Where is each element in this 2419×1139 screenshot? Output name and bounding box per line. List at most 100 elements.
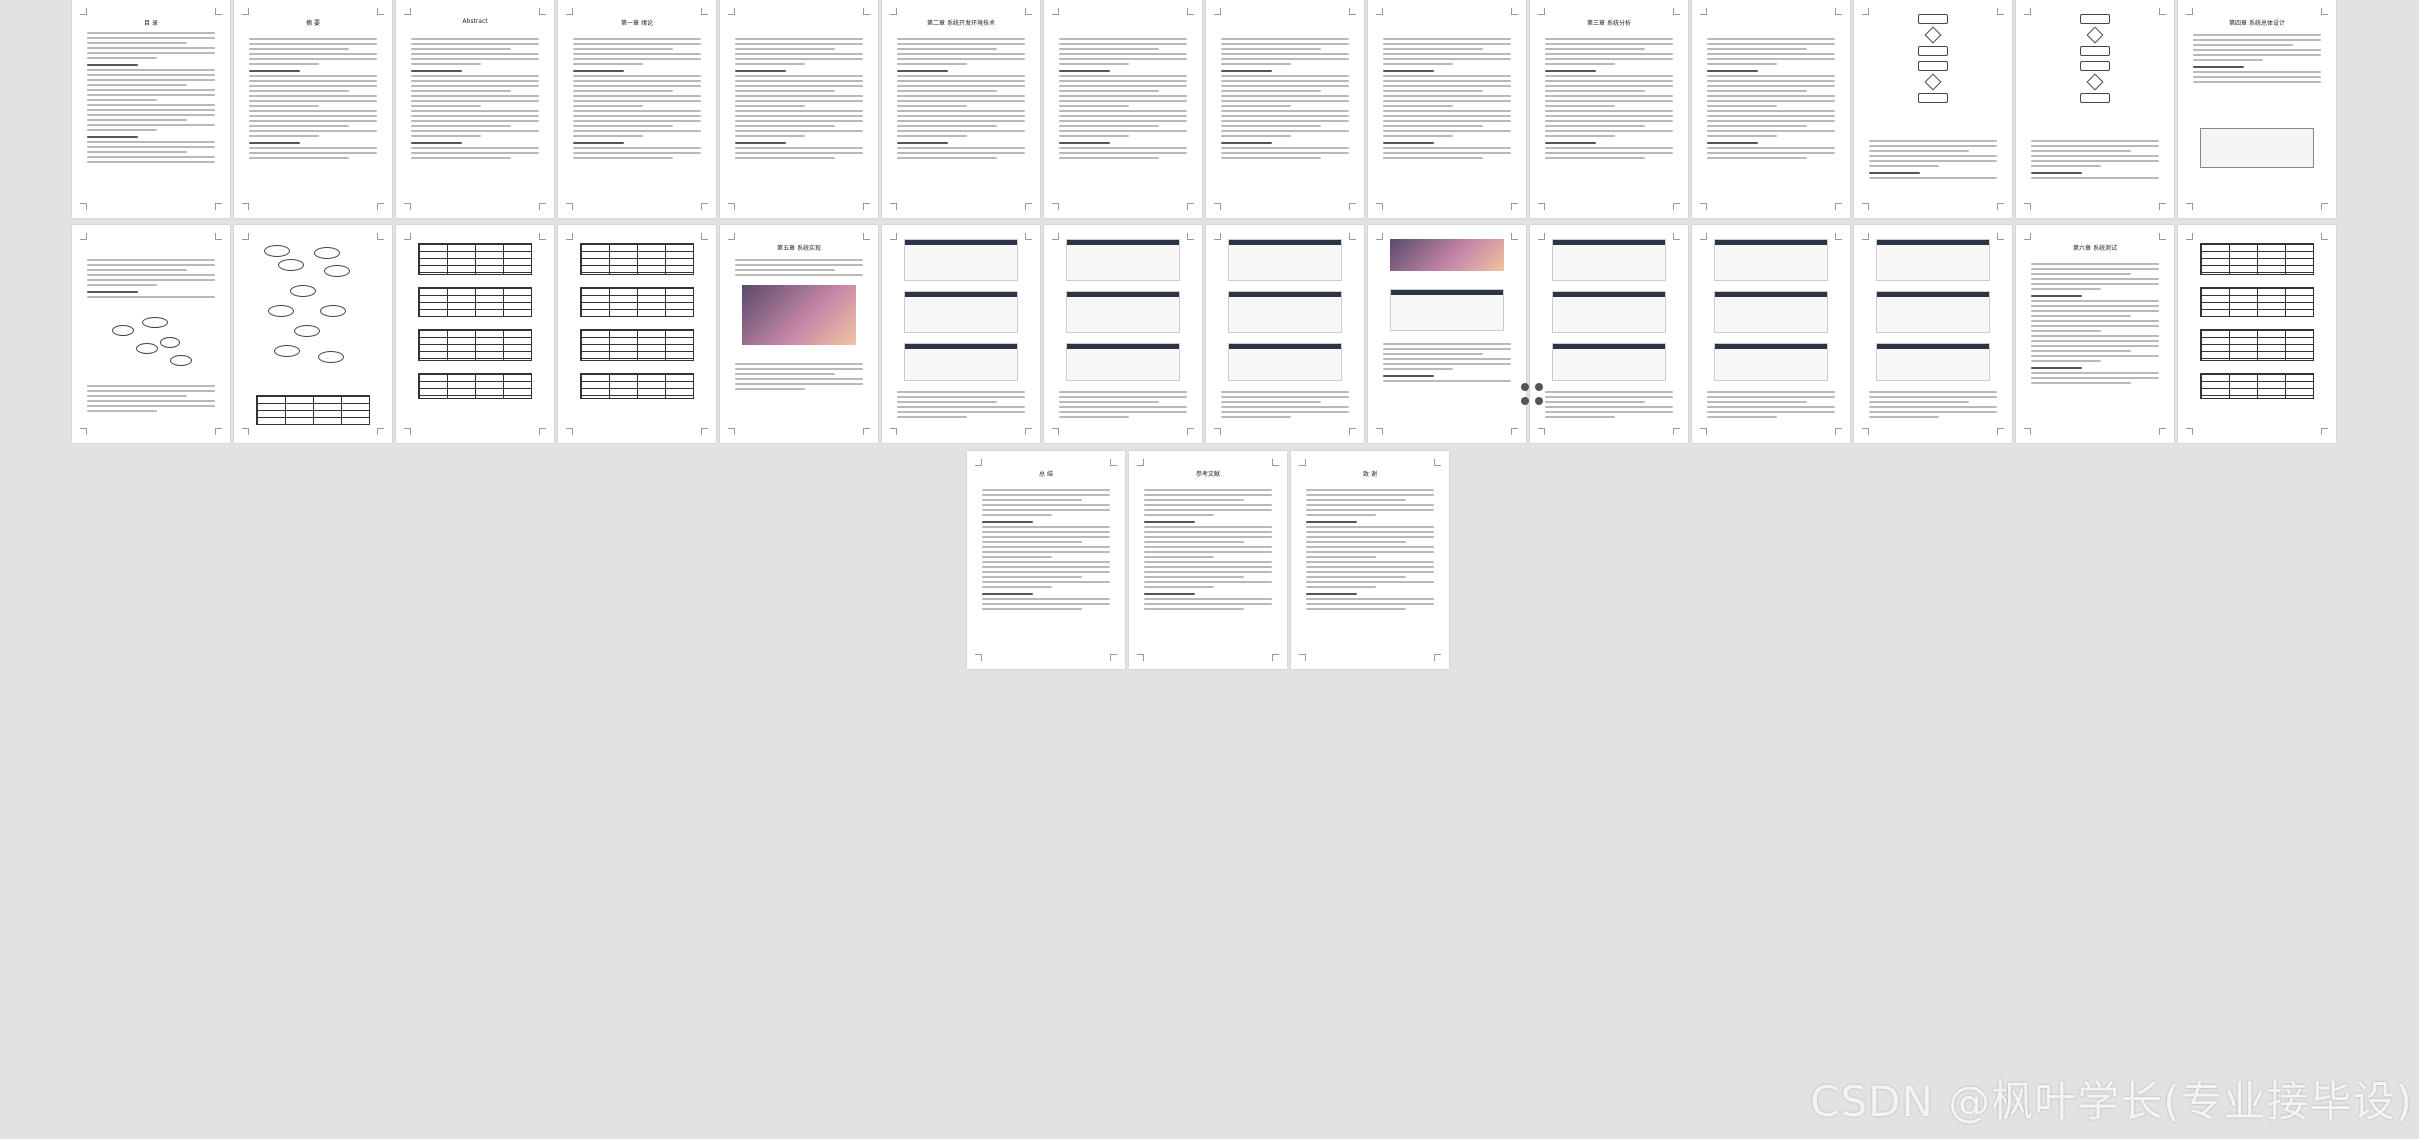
page-heading: 参考文献 (1195, 471, 1220, 478)
text-block (249, 38, 377, 162)
screenshot-figure (1714, 239, 1828, 281)
document-page[interactable] (1368, 225, 1526, 443)
crop-mark (1673, 8, 1680, 15)
text-block (897, 38, 1025, 162)
er-attribute (278, 259, 304, 271)
crop-mark (215, 8, 222, 15)
crop-mark (1862, 203, 1869, 210)
crop-mark (2159, 233, 2166, 240)
document-page[interactable] (72, 225, 230, 443)
crop-mark (1862, 428, 1869, 435)
document-page[interactable] (1206, 0, 1364, 218)
document-page[interactable] (1368, 0, 1526, 218)
document-page[interactable] (396, 225, 554, 443)
flowchart-figure (1854, 14, 2012, 103)
crop-mark (539, 233, 546, 240)
document-page[interactable]: 第六章 系统测试 (2016, 225, 2174, 443)
crop-mark (215, 233, 222, 240)
crop-mark (1187, 203, 1194, 210)
crop-mark (1214, 203, 1221, 210)
document-page[interactable] (720, 0, 878, 218)
text-block (2031, 263, 2159, 387)
screenshot-figure (1876, 343, 1990, 381)
document-page[interactable] (1044, 0, 1202, 218)
document-page[interactable]: 第一章 绪论 (558, 0, 716, 218)
crop-mark (1700, 233, 1707, 240)
crop-mark (1835, 203, 1842, 210)
document-page[interactable]: 第二章 系统开发环境技术 (882, 0, 1040, 218)
flow-step (1918, 14, 1948, 24)
er-attribute (290, 285, 316, 297)
page-heading: 第一章 绪论 (621, 20, 653, 27)
page-heading: 第三章 系统分析 (1587, 20, 1631, 27)
document-page[interactable] (1692, 225, 1850, 443)
document-page[interactable] (1530, 225, 1688, 443)
document-page[interactable] (1206, 225, 1364, 443)
crop-mark (863, 233, 870, 240)
crop-mark (1835, 428, 1842, 435)
document-page[interactable]: 参考文献 (1129, 451, 1287, 669)
crop-mark (1299, 654, 1306, 661)
crop-mark (2321, 428, 2328, 435)
page-navigation-dots[interactable] (1521, 383, 1543, 405)
document-page[interactable]: 摘 要 (234, 0, 392, 218)
text-block (1545, 391, 1673, 421)
nav-dot[interactable] (1521, 397, 1529, 405)
crop-mark (728, 233, 735, 240)
crop-mark (1434, 654, 1441, 661)
crop-mark (2186, 8, 2193, 15)
document-page[interactable]: 总 结 (967, 451, 1125, 669)
document-page[interactable]: Abstract (396, 0, 554, 218)
flowchart-figure (2016, 14, 2174, 103)
screenshot-figure (1876, 291, 1990, 333)
page-heading: Abstract (462, 18, 488, 25)
document-page[interactable]: 致 谢 (1291, 451, 1449, 669)
document-page[interactable] (1692, 0, 1850, 218)
crop-mark (1187, 428, 1194, 435)
document-page[interactable] (1854, 225, 2012, 443)
crop-mark (975, 654, 982, 661)
crop-mark (1434, 459, 1441, 466)
nav-dot[interactable] (1521, 383, 1529, 391)
flow-step (1918, 61, 1948, 71)
text-block (1221, 38, 1349, 162)
page-heading: 摘 要 (306, 20, 320, 27)
crop-mark (701, 8, 708, 15)
crop-mark (1052, 203, 1059, 210)
crop-mark (2024, 203, 2031, 210)
document-page[interactable]: 第五章 系统实现 (720, 225, 878, 443)
text-block (573, 38, 701, 162)
document-page[interactable] (882, 225, 1040, 443)
document-page[interactable]: 第四章 系统总体设计 (2178, 0, 2336, 218)
crop-mark (1700, 203, 1707, 210)
crop-mark (539, 203, 546, 210)
module-tree-figure (2200, 128, 2314, 168)
page-heading: 总 结 (1039, 471, 1053, 478)
nav-dot[interactable] (1535, 383, 1543, 391)
document-page[interactable] (558, 225, 716, 443)
document-page[interactable] (1854, 0, 2012, 218)
crop-mark (701, 428, 708, 435)
document-page[interactable]: 目 录 (72, 0, 230, 218)
crop-mark (377, 233, 384, 240)
crop-mark (404, 428, 411, 435)
crop-mark (890, 428, 897, 435)
crop-mark (2321, 203, 2328, 210)
crop-mark (1700, 8, 1707, 15)
document-page[interactable] (2016, 0, 2174, 218)
crop-mark (1997, 233, 2004, 240)
nav-dot[interactable] (1535, 397, 1543, 405)
flow-step (2080, 93, 2110, 103)
page-heading: 第六章 系统测试 (2073, 245, 2117, 252)
document-page[interactable]: 第三章 系统分析 (1530, 0, 1688, 218)
crop-mark (728, 203, 735, 210)
crop-mark (1673, 233, 1680, 240)
document-page[interactable] (234, 225, 392, 443)
text-block (87, 385, 215, 415)
document-page[interactable] (1044, 225, 1202, 443)
er-attribute (274, 345, 300, 357)
document-page[interactable] (2178, 225, 2336, 443)
page-heading: 第四章 系统总体设计 (2229, 20, 2285, 27)
crop-mark (1110, 459, 1117, 466)
crop-mark (539, 428, 546, 435)
